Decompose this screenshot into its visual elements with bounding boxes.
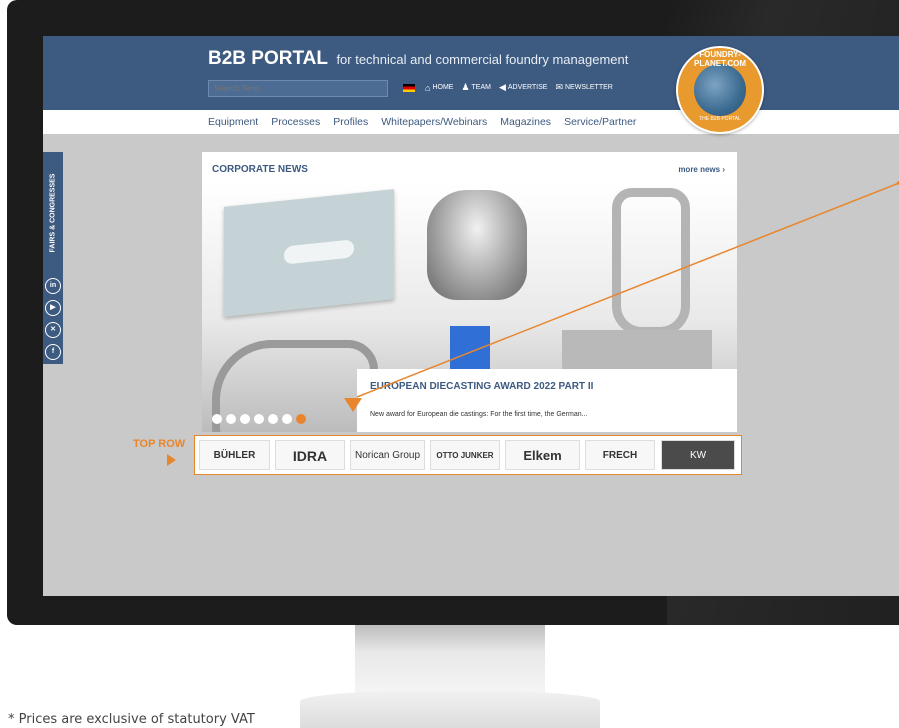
facebook-icon[interactable]: f [45, 344, 61, 360]
mainnav-equipment[interactable]: Equipment [208, 116, 258, 128]
top-row-arrow-icon [167, 454, 176, 466]
mainnav-processes[interactable]: Processes [271, 116, 320, 128]
logo-idra[interactable]: IDRA [275, 440, 345, 470]
cast-bracket-image [612, 188, 690, 336]
foundry-planet-logo[interactable]: FOUNDRY-PLANET.COM THE B2B PORTAL [676, 46, 764, 134]
mainnav-whitepapers[interactable]: Whitepapers/Webinars [381, 116, 487, 128]
person-icon: ♟ [461, 82, 470, 92]
slide-dot[interactable] [268, 414, 278, 424]
news-slide-image[interactable]: EUROPEAN DIECASTING AWARD 2022 PART II N… [202, 184, 737, 432]
nav-newsletter[interactable]: ✉ NEWSLETTER [555, 82, 612, 93]
top-row-logos: BÜHLER IDRA Norican Group OTTO JUNKER El… [194, 435, 742, 475]
logo-kw[interactable]: KW [661, 440, 735, 470]
news-header: CORPORATE NEWS more news › [202, 152, 737, 184]
footnote: * Prices are exclusive of statutory VAT [8, 712, 255, 727]
logo-buhler[interactable]: BÜHLER [199, 440, 270, 470]
slide-dot[interactable] [254, 414, 264, 424]
megaphone-icon: ◀ [498, 82, 506, 92]
slide-dot[interactable] [296, 414, 306, 424]
top-row-label: TOP ROW [133, 438, 186, 450]
corporate-news-box: CORPORATE NEWS more news › EUROPEAN DIEC… [202, 152, 737, 432]
slide-dot[interactable] [212, 414, 222, 424]
logo-frech[interactable]: FRECH [585, 440, 655, 470]
monitor-stand-base [300, 690, 600, 728]
mainnav-service-partner[interactable]: Service/Partner [564, 116, 636, 128]
aluminium-plate-image [224, 189, 394, 317]
brand-subtitle: for technical and commercial foundry man… [336, 52, 629, 67]
monitor-stand-neck [355, 625, 545, 693]
slide-dot[interactable] [240, 414, 250, 424]
youtube-icon[interactable]: ▶ [45, 300, 61, 316]
social-bar: in ▶ ✕ f [43, 274, 63, 364]
website-screen: B2B PORTAL for technical and commercial … [43, 36, 899, 596]
nav-team[interactable]: ♟ TEAM [461, 82, 491, 93]
news-title: CORPORATE NEWS [212, 164, 308, 175]
slide-dot[interactable] [282, 414, 292, 424]
xing-icon[interactable]: ✕ [45, 322, 61, 338]
fairs-congresses-tab[interactable]: FAIRS & CONGRESSES [43, 152, 63, 274]
logo-otto-junker[interactable]: OTTO JUNKER [430, 440, 500, 470]
main-navigation: Equipment Processes Profiles Whitepapers… [43, 110, 899, 134]
monitor-frame: B2B PORTAL for technical and commercial … [7, 0, 899, 625]
site-header: B2B PORTAL for technical and commercial … [43, 36, 899, 110]
caption-text: New award for European die castings: For… [370, 411, 588, 418]
logo-elkem[interactable]: Elkem [505, 440, 580, 470]
more-news-link[interactable]: more news › [678, 165, 725, 174]
brand-title[interactable]: B2B PORTAL [208, 48, 328, 69]
linkedin-icon[interactable]: in [45, 278, 61, 294]
top-navigation: ⌂ HOME ♟ TEAM ◀ ADVERTISE ✉ NEWSLETTER [425, 82, 613, 93]
envelope-icon: ✉ [555, 82, 563, 92]
search-input[interactable] [208, 80, 388, 97]
cast-cylinder-image [427, 190, 527, 300]
brand: B2B PORTAL for technical and commercial … [208, 48, 628, 70]
news-caption[interactable]: EUROPEAN DIECASTING AWARD 2022 PART II N… [357, 369, 737, 432]
globe-icon [694, 64, 746, 116]
slide-dot[interactable] [226, 414, 236, 424]
german-flag-icon[interactable] [403, 84, 415, 92]
home-icon: ⌂ [425, 82, 431, 93]
logo-norican[interactable]: Norican Group [350, 440, 425, 470]
mainnav-magazines[interactable]: Magazines [500, 116, 551, 128]
mainnav-profiles[interactable]: Profiles [333, 116, 368, 128]
caption-title: EUROPEAN DIECASTING AWARD 2022 PART II [370, 381, 594, 392]
slide-indicators [212, 414, 306, 424]
nav-home[interactable]: ⌂ HOME [425, 82, 453, 93]
nav-advertise[interactable]: ◀ ADVERTISE [499, 82, 547, 93]
